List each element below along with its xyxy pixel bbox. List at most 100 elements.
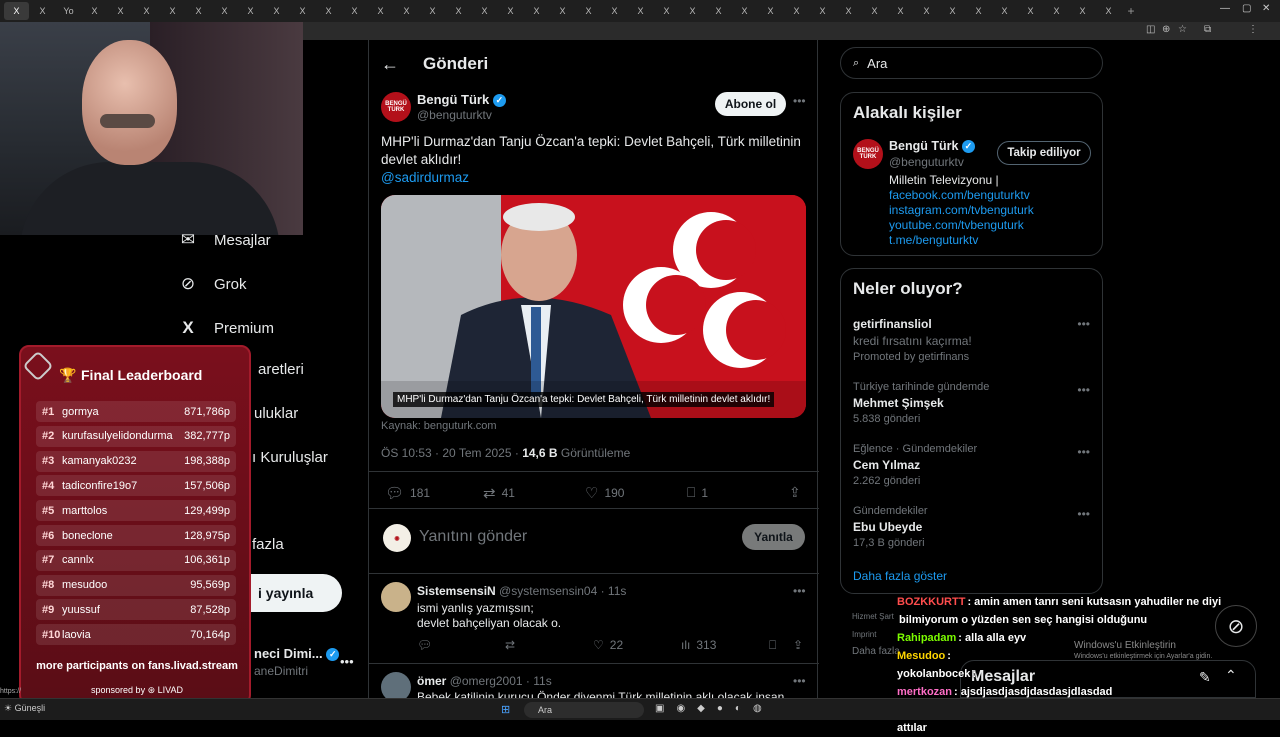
browser-tab[interactable]: X bbox=[888, 2, 913, 20]
browser-tab[interactable]: X bbox=[550, 2, 575, 20]
post-photo[interactable]: MHP'li Durmaz'dan Tanju Özcan'a tepki: D… bbox=[381, 195, 806, 418]
more-icon[interactable]: ••• bbox=[793, 674, 806, 688]
browser-tab[interactable]: X bbox=[316, 2, 341, 20]
maximize-icon[interactable]: ▢ bbox=[1242, 3, 1251, 14]
repost-action[interactable]: ⇄ 41 bbox=[483, 484, 515, 502]
post-time[interactable]: ÖS 10:53 · 20 Tem 2025 · bbox=[381, 446, 522, 460]
trend-item[interactable]: Eğlence · Gündemdekiler Cem Yılmaz 2.262… bbox=[853, 443, 1093, 487]
nav-grok[interactable]: ⊘ Grok bbox=[178, 274, 247, 294]
more-icon[interactable]: ••• bbox=[1077, 445, 1090, 459]
reply-author[interactable]: ömer bbox=[417, 674, 446, 688]
nav-communities[interactable]: uluklar bbox=[254, 405, 298, 422]
zoom-icon[interactable]: ⊕ bbox=[1162, 24, 1170, 35]
browser-tab[interactable]: X bbox=[706, 2, 731, 20]
nav-organizations[interactable]: ı Kuruluşlar bbox=[252, 449, 328, 466]
browser-tab[interactable]: X bbox=[966, 2, 991, 20]
nav-bookmarks[interactable]: aretleri bbox=[258, 361, 304, 378]
related-name[interactable]: Bengü Türk ✓ bbox=[889, 139, 975, 154]
bookmark-action[interactable]: ⎕ bbox=[769, 638, 776, 653]
back-arrow-icon[interactable]: ← bbox=[381, 54, 399, 75]
browser-tab[interactable]: X bbox=[186, 2, 211, 20]
browser-tab[interactable]: X bbox=[446, 2, 471, 20]
related-avatar[interactable]: BENGÜ TÜRK bbox=[853, 139, 883, 169]
browser-tab[interactable]: X bbox=[290, 2, 315, 20]
browser-tab[interactable]: X bbox=[498, 2, 523, 20]
views-action[interactable]: ılı 313 bbox=[681, 638, 716, 652]
browser-tab[interactable]: X bbox=[732, 2, 757, 20]
source-link[interactable]: Kaynak: benguturk.com bbox=[381, 420, 497, 432]
nav-messages[interactable]: ✉ Mesajlar bbox=[178, 230, 271, 250]
reply-action[interactable]: 💬︎ 181 bbox=[385, 484, 430, 502]
account-name[interactable]: neci Dimi... ✓ bbox=[254, 646, 340, 662]
browser-tab[interactable]: X bbox=[420, 2, 445, 20]
footer-link[interactable]: Imprint bbox=[852, 630, 876, 639]
browser-tab[interactable]: X bbox=[1070, 2, 1095, 20]
following-button[interactable]: Takip ediliyor bbox=[997, 141, 1091, 165]
footer-link[interactable]: Daha fazla bbox=[852, 646, 900, 657]
browser-tab[interactable]: X bbox=[524, 2, 549, 20]
browser-tab[interactable]: X bbox=[602, 2, 627, 20]
minimize-icon[interactable]: — bbox=[1220, 3, 1230, 14]
footer-link[interactable]: Hizmet Şart bbox=[852, 612, 894, 621]
user-avatar[interactable]: ◉ bbox=[383, 524, 411, 552]
browser-tab[interactable]: X bbox=[654, 2, 679, 20]
reply-action[interactable]: 💬︎ bbox=[417, 638, 432, 652]
subscribe-button[interactable]: Abone ol bbox=[715, 92, 786, 116]
bookmark-action[interactable]: ⎕ 1 bbox=[687, 484, 708, 501]
star-icon[interactable]: ☆ bbox=[1178, 24, 1187, 35]
search-input[interactable]: ⌕ Ara bbox=[840, 47, 1103, 79]
bio-link[interactable]: instagram.com/tvbenguturk bbox=[889, 203, 1034, 217]
author-handle[interactable]: @benguturktv bbox=[417, 108, 492, 122]
bio-link[interactable]: t.me/benguturktv bbox=[889, 233, 978, 247]
browser-tab[interactable]: X bbox=[4, 2, 29, 20]
browser-tab[interactable]: X bbox=[212, 2, 237, 20]
reply-author[interactable]: SistemsensiN bbox=[417, 584, 496, 598]
browser-tab[interactable]: X bbox=[1018, 2, 1043, 20]
more-icon[interactable]: ••• bbox=[1077, 383, 1090, 397]
reply-input[interactable]: Yanıtını gönder bbox=[419, 528, 527, 546]
browser-tab[interactable]: X bbox=[784, 2, 809, 20]
close-icon[interactable]: ✕ bbox=[1262, 3, 1270, 14]
browser-tab[interactable]: Yo bbox=[56, 2, 81, 20]
browser-tab[interactable]: X bbox=[368, 2, 393, 20]
reply-avatar[interactable] bbox=[381, 582, 411, 612]
show-more-link[interactable]: Daha fazla göster bbox=[853, 569, 947, 583]
promoted-trend[interactable]: getirfinansliol kredi fırsatını kaçırma!… bbox=[853, 317, 1093, 363]
browser-tab[interactable]: X bbox=[264, 2, 289, 20]
browser-tab[interactable]: X bbox=[108, 2, 133, 20]
more-icon[interactable]: ••• bbox=[1077, 317, 1090, 331]
author-avatar[interactable]: BENGÜ TÜRK bbox=[381, 92, 411, 122]
browser-tab[interactable]: X bbox=[758, 2, 783, 20]
mention-link[interactable]: @sadirdurmaz bbox=[381, 170, 469, 185]
browser-tab[interactable]: X bbox=[394, 2, 419, 20]
browser-tab[interactable]: X bbox=[810, 2, 835, 20]
browser-tab[interactable]: X bbox=[836, 2, 861, 20]
browser-tab[interactable]: X bbox=[342, 2, 367, 20]
reply-button[interactable]: Yanıtla bbox=[742, 524, 805, 550]
trend-item[interactable]: Gündemdekiler Ebu Ubeyde 17,3 B gönderi bbox=[853, 505, 1093, 549]
browser-tab[interactable]: X bbox=[134, 2, 159, 20]
taskbar-apps[interactable]: ▣◉◆●◐◍ bbox=[655, 703, 774, 714]
browser-tab[interactable]: X bbox=[576, 2, 601, 20]
browser-tab[interactable]: X bbox=[472, 2, 497, 20]
bio-link[interactable]: facebook.com/benguturktv bbox=[889, 188, 1030, 202]
like-action[interactable]: ♡ 22 bbox=[593, 638, 623, 652]
share-action[interactable]: ⇪ bbox=[793, 638, 803, 652]
address-bar[interactable] bbox=[300, 22, 1280, 40]
new-tab-button[interactable]: + bbox=[1122, 4, 1140, 18]
like-action[interactable]: ♡ 190 bbox=[585, 484, 624, 502]
browser-tab[interactable]: X bbox=[160, 2, 185, 20]
browser-tab[interactable]: X bbox=[1096, 2, 1121, 20]
author-name[interactable]: Bengü Türk ✓ bbox=[417, 92, 506, 108]
browser-tab[interactable]: X bbox=[82, 2, 107, 20]
more-icon[interactable]: ••• bbox=[793, 94, 806, 108]
account-more-icon[interactable]: ••• bbox=[340, 654, 354, 669]
more-icon[interactable]: ••• bbox=[793, 584, 806, 598]
weather-widget[interactable]: ☀ Güneşli bbox=[4, 703, 45, 714]
extension-icon[interactable]: ◫ bbox=[1146, 24, 1155, 35]
browser-tab[interactable]: X bbox=[940, 2, 965, 20]
browser-tab[interactable]: X bbox=[914, 2, 939, 20]
extensions-icon[interactable]: ⧉ bbox=[1204, 24, 1211, 35]
more-icon[interactable]: ••• bbox=[1077, 507, 1090, 521]
share-action[interactable]: ⇪ bbox=[789, 484, 801, 501]
